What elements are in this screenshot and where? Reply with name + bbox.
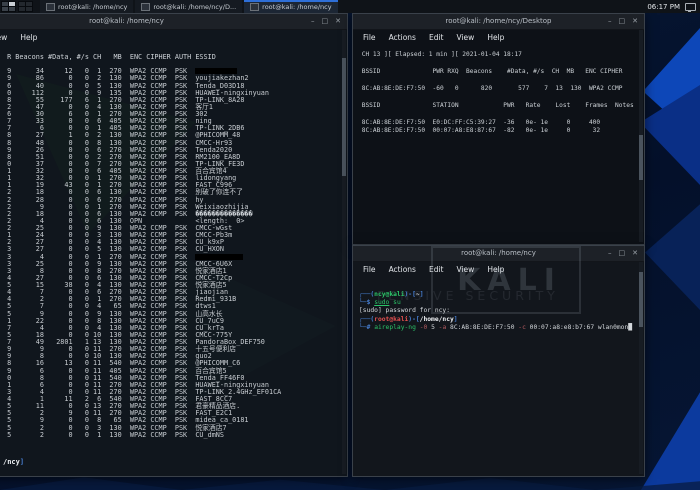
menu-help[interactable]: Help bbox=[487, 33, 504, 42]
taskbar: root@kali: /home/ncy root@kali: /home/ncy… bbox=[0, 0, 700, 13]
menu-view[interactable]: View bbox=[0, 33, 7, 42]
close-button[interactable]: ✕ bbox=[632, 18, 638, 25]
terminal-line: ┌──(ncy@kali)-[~] bbox=[359, 291, 632, 299]
essid: CU_HXON bbox=[195, 245, 224, 253]
menu-actions[interactable]: Actions bbox=[389, 33, 416, 42]
workspace-2-icon[interactable] bbox=[18, 1, 33, 12]
display-icon[interactable] bbox=[685, 3, 696, 11]
terminal-line: 8C:AB:8E:DE:F7:50 00:07:A8:E8:87:67 -82 … bbox=[358, 127, 634, 135]
window-title: root@kali: /home/ncy/Desktop bbox=[446, 17, 552, 25]
redacted-essid bbox=[195, 68, 237, 74]
table-header: R Beacons #Data, #/s CH MB ENC CIPHER AU… bbox=[3, 54, 281, 61]
essid: CU_dmNS bbox=[195, 431, 224, 439]
maximize-button[interactable]: □ bbox=[619, 18, 626, 25]
left-terminal-menubar: FileActionsEditViewHelp bbox=[0, 30, 347, 44]
terminal-line: BSSID PWR RXQ Beacons #Data, #/s CH MB E… bbox=[358, 68, 634, 76]
taskbar-button-label: root@kali: /home/ncy bbox=[58, 3, 127, 11]
clock[interactable]: 06:17 PM bbox=[647, 3, 680, 11]
taskbar-window-buttons: root@kali: /home/ncy root@kali: /home/ncy… bbox=[40, 0, 340, 13]
kali-wallpaper-watermark: KALI FENSIVE SECURITY bbox=[353, 246, 644, 476]
taskbar-button-1[interactable]: root@kali: /home/ncy/D... bbox=[135, 0, 242, 13]
taskbar-button-label: root@kali: /home/ncy/D... bbox=[153, 3, 236, 11]
scrollbar[interactable] bbox=[342, 30, 346, 474]
terminal-icon bbox=[46, 3, 55, 11]
aireplay-shell-output[interactable]: ┌──(ncy@kali)-[~]└─$ sudo su[sudo] passw… bbox=[359, 291, 632, 332]
terminal-line: ┌──(root@kali)-[/home/ncy] bbox=[359, 316, 632, 324]
menu-file[interactable]: File bbox=[363, 33, 376, 42]
terminal-window-aireplay: root@kali: /home/ncy –□✕ FileActionsEdit… bbox=[352, 245, 645, 477]
shell-prompt-tail: /ncy] bbox=[3, 458, 24, 466]
terminal-line bbox=[358, 76, 634, 84]
terminal-line: CH 13 ][ Elapsed: 1 min ][ 2021-01-04 18… bbox=[358, 51, 634, 59]
terminal-line: └─# aireplay-ng -0 5 -a 8C:AB:8E:DE:F7:5… bbox=[359, 324, 632, 332]
terminal-line: BSSID STATION PWR Rate Lost Frames Notes bbox=[358, 102, 634, 110]
redacted-essid bbox=[195, 254, 243, 260]
terminal-window-airodump-target: root@kali: /home/ncy/Desktop –□ ✕ File Act… bbox=[352, 13, 645, 245]
airodump-all-networks-output: R Beacons #Data, #/s CH MB ENC CIPHER AU… bbox=[3, 54, 281, 439]
terminal-line bbox=[358, 110, 634, 118]
taskbar-button-2[interactable]: root@kali: /home/ncy bbox=[244, 0, 337, 13]
taskbar-button-label: root@kali: /home/ncy bbox=[262, 3, 331, 11]
terminal-line: [sudo] password for ncy: bbox=[359, 307, 632, 315]
menu-view[interactable]: View bbox=[457, 33, 475, 42]
terminal-line: 8C:AB:8E:DE:F7:50 -60 0 820 577 7 13 130… bbox=[358, 85, 634, 93]
window-title: root@kali: /home/ncy bbox=[89, 17, 164, 25]
menu-edit[interactable]: Edit bbox=[429, 33, 444, 42]
minimize-button[interactable]: – bbox=[311, 18, 315, 25]
left-window-titlebar[interactable]: root@kali: /home/ncy –□ ✕ bbox=[0, 14, 347, 30]
maximize-button[interactable]: □ bbox=[322, 18, 329, 25]
window-controls: –□ ✕ bbox=[311, 14, 341, 29]
scrollbar[interactable] bbox=[639, 30, 643, 242]
terminal-line bbox=[358, 93, 634, 101]
window-controls: –□ ✕ bbox=[608, 14, 638, 29]
menu-help[interactable]: Help bbox=[20, 33, 37, 42]
terminal-icon bbox=[141, 3, 150, 11]
minimize-button[interactable]: – bbox=[608, 18, 612, 25]
close-button[interactable]: ✕ bbox=[335, 18, 341, 25]
airodump-target-output: CH 13 ][ Elapsed: 1 min ][ 2021-01-04 18… bbox=[358, 51, 634, 136]
terminal-line: 8C:AB:8E:DE:F7:50 E0:DC:FF:C5:39:27 -36 … bbox=[358, 119, 634, 127]
taskbar-button-0[interactable]: root@kali: /home/ncy bbox=[40, 0, 133, 13]
top-right-window-titlebar[interactable]: root@kali: /home/ncy/Desktop –□ ✕ bbox=[353, 14, 644, 30]
terminal-icon bbox=[250, 3, 259, 11]
top-right-terminal-menubar: File Actions Edit View Help bbox=[353, 30, 644, 44]
workspace-switcher-icon[interactable] bbox=[1, 1, 16, 12]
terminal-line: └─$ sudo su bbox=[359, 299, 632, 307]
ap-row: 5 2 0 0 1 130 WPA2 CCMP PSK CU_dmNS bbox=[3, 432, 281, 439]
terminal-line bbox=[358, 59, 634, 67]
terminal-window-airodump-scan: root@kali: /home/ncy –□✕ FileActionsEdit… bbox=[0, 13, 348, 477]
terminal-line: /ncy] bbox=[3, 458, 24, 466]
